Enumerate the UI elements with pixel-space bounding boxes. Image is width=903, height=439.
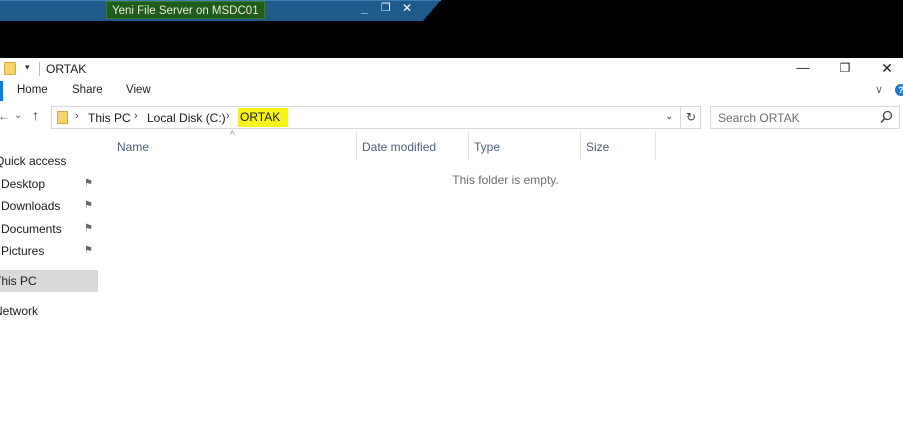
ribbon-tabs: Home Share View ∨ ? [0,80,903,102]
nav-item-label: Downloads [1,199,61,213]
file-list[interactable]: ^ Name Date modified Type Size This fold… [100,130,903,439]
breadcrumb-ortak[interactable]: ORTAK [238,108,289,127]
nav-item-label: Network [0,304,39,318]
window-title: ORTAK [46,62,87,76]
tab-view[interactable]: View [126,84,151,96]
tab-home[interactable]: Home [17,84,48,96]
column-header-label: Date modified [362,140,437,154]
column-header-type[interactable]: Type [469,131,581,160]
nav-item-quick-access[interactable]: Quick access [0,150,92,172]
search-placeholder: Search ORTAK [718,111,800,125]
folder-icon [57,111,68,124]
back-arrow-icon[interactable]: ← [0,109,10,123]
nav-item-label: Desktop [1,177,46,191]
remote-restore-button[interactable]: ❐ [381,1,391,15]
pin-icon: ⚑ [84,223,93,234]
maximize-button[interactable]: ❐ [830,58,860,80]
nav-item-this-pc[interactable]: This PC [0,270,98,292]
window-title-bar: ▾ ORTAK — ❐ ✕ [0,58,903,80]
navigation-pane: Quick access Desktop ⚑ Downloads ⚑ Docum… [0,131,100,439]
nav-item-pictures[interactable]: Pictures ⚑ [0,240,98,262]
minimize-button[interactable]: — [788,58,818,80]
search-icon[interactable] [880,110,893,124]
breadcrumb-local-disk[interactable]: Local Disk (C:) [147,111,226,125]
title-divider [39,62,40,76]
column-header-name[interactable]: Name [112,131,357,160]
up-arrow-icon[interactable]: ↑ [32,107,39,123]
breadcrumb-this-pc[interactable]: This PC [88,111,131,125]
column-header-size[interactable]: Size [581,131,656,160]
nav-item-label: Quick access [0,154,67,168]
nav-item-label: Pictures [1,244,45,258]
pin-icon: ⚑ [84,200,93,211]
expand-ribbon-chevron-icon[interactable]: ∨ [875,83,883,96]
tab-share[interactable]: Share [72,84,103,96]
remote-session-bar: Yeni File Server on MSDC01 _ ❐ ✕ [0,0,903,58]
pin-icon: ⚑ [84,178,93,189]
empty-folder-message: This folder is empty. [452,173,559,187]
address-row: ← ⌄ ↑ › This PC › Local Disk (C:) › ORTA… [0,104,903,131]
column-header-label: Size [586,140,610,154]
remote-minimize-button[interactable]: _ [361,1,368,15]
column-header-label: Type [474,140,501,154]
address-dropdown-chevron-icon[interactable]: ⌄ [665,111,673,122]
column-header-label: Name [117,140,150,154]
breadcrumb-separator[interactable]: › [134,110,138,122]
breadcrumb-separator[interactable]: › [75,110,79,122]
refresh-icon[interactable]: ↻ [680,107,701,128]
nav-item-desktop[interactable]: Desktop ⚑ [0,173,98,195]
search-input[interactable]: Search ORTAK [710,106,900,129]
nav-item-network[interactable]: Network [0,300,98,322]
folder-icon [4,62,16,75]
pin-icon: ⚑ [84,245,93,256]
help-icon[interactable]: ? [895,84,903,96]
address-bar[interactable]: › This PC › Local Disk (C:) › ORTAK ⌄ ↻ [51,106,701,129]
remote-session-title: Yeni File Server on MSDC01 [106,1,265,19]
nav-item-label: Documents [1,222,62,236]
nav-item-label: This PC [0,274,37,288]
column-header-date-modified[interactable]: Date modified [357,131,469,160]
tab-file[interactable] [0,81,3,101]
breadcrumb-separator[interactable]: › [226,110,230,122]
close-button[interactable]: ✕ [872,58,902,80]
nav-item-downloads[interactable]: Downloads ⚑ [0,195,98,217]
remote-close-button[interactable]: ✕ [402,1,412,15]
nav-item-documents[interactable]: Documents ⚑ [0,218,98,240]
recent-locations-chevron-icon[interactable]: ⌄ [14,110,22,121]
quick-access-toolbar-dropdown[interactable]: ▾ [25,62,30,73]
